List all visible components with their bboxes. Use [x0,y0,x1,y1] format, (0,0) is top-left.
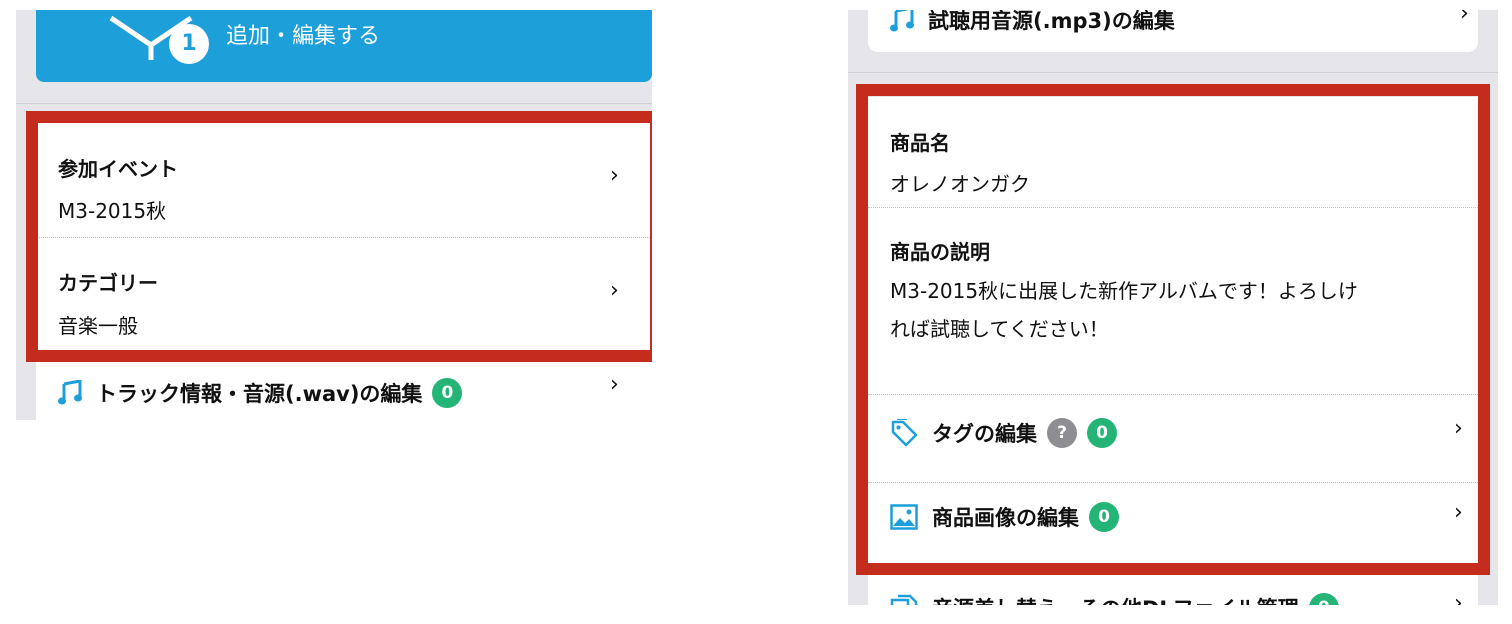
section-separator [848,72,1498,73]
music-note-icon [890,10,914,33]
file-copy-icon [890,594,918,605]
dl-files-row[interactable]: 音源差し替え・その他DLファイル管理 0 › [890,591,1463,605]
dl-files-label: 音源差し替え・その他DLファイル管理 [932,593,1299,605]
track-edit-row[interactable]: トラック情報・音源(.wav)の編集 0 › [58,372,630,408]
chevron-right-icon: › [1454,591,1463,605]
highlight-box [856,84,1490,575]
chevron-right-icon: › [1460,10,1469,26]
track-count-badge: 0 [432,378,463,408]
left-screenshot: 1 追加・編集する 参加イベント M3-2015秋 › カテゴリー 音楽一般 › [16,10,652,420]
highlight-box [26,111,652,362]
preview-edit-label: 試聴用音源(.mp3)の編集 [928,10,1175,33]
add-edit-banner[interactable]: 1 追加・編集する [36,10,652,82]
section-separator [16,103,652,104]
dl-files-count-badge: 0 [1308,593,1339,605]
track-edit-card: トラック情報・音源(.wav)の編集 0 › [36,360,652,420]
step-badge: 1 [169,24,209,64]
music-note-icon [58,380,82,406]
preview-edit-row[interactable]: 試聴用音源(.mp3)の編集 › [890,10,1469,35]
chevron-right-icon: › [610,372,619,397]
add-edit-label: 追加・編集する [226,24,381,49]
track-edit-label: トラック情報・音源(.wav)の編集 [96,382,423,406]
preview-edit-card: 試聴用音源(.mp3)の編集 › [868,10,1478,52]
right-screenshot: 試聴用音源(.mp3)の編集 › 商品名 オレノオンガク 商品の説明 M3-20… [848,10,1498,605]
